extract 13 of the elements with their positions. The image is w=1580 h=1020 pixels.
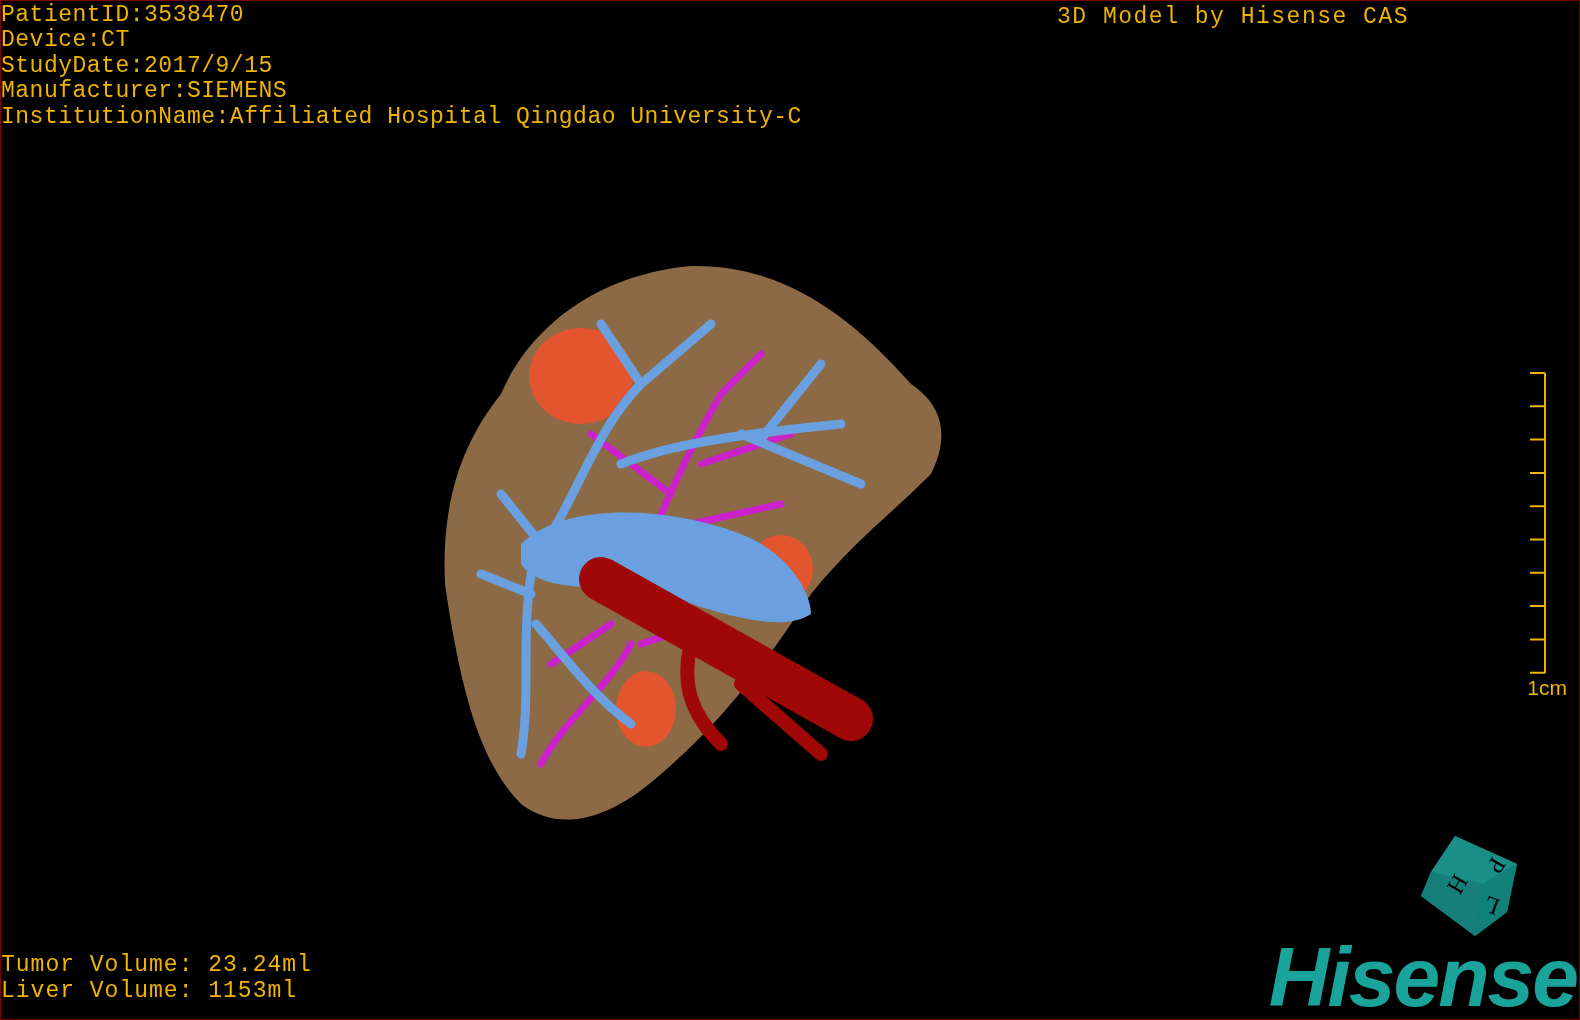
viewer-title: 3D Model by Hisense CAS [1057,4,1409,30]
study-info-text: Device:CT [1,28,131,54]
volume-text: Liver Volume: 1153ml [1,978,299,1005]
volume-text: Tumor Volume: 23.24ml [1,952,312,979]
cube-face-label: P [1481,853,1511,878]
study-info-text: Manufacturer:SIEMENS [1,79,289,105]
scale-label: 1cm [1527,676,1567,701]
cube-face-label: H [1441,870,1473,898]
study-info-text: StudyDate:2017/9/15 [1,53,274,79]
study-info-text: PatientID:3538470 [1,3,246,28]
brand-logo: Hisense [1268,938,1577,1017]
study-info-text: InstitutionName:Affiliated Hospital Qingdao University-C [1,104,802,131]
cube-face-label: L [1480,890,1504,921]
